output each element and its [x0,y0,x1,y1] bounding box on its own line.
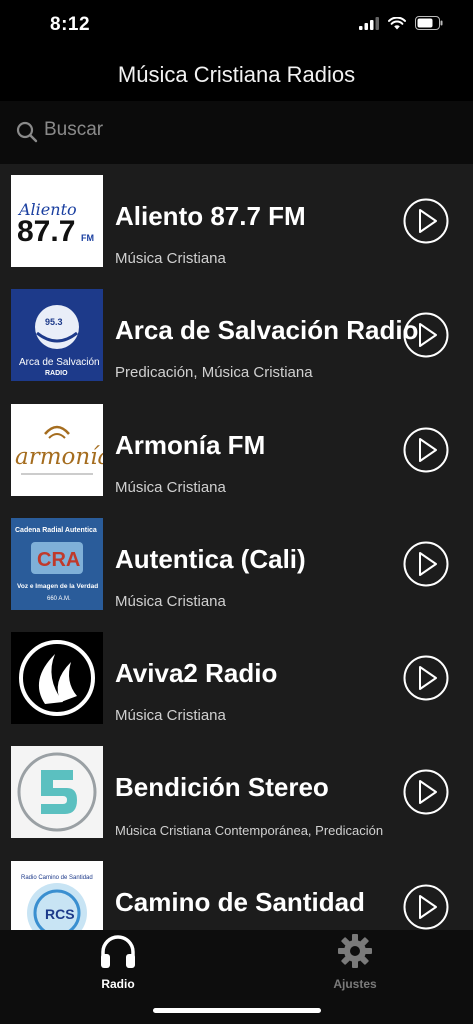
play-button[interactable] [403,884,449,930]
station-genre: Música Cristiana [115,478,226,496]
svg-text:RADIO: RADIO [45,370,68,377]
play-button[interactable] [403,312,449,358]
station-row[interactable]: Bendición Stereo Música Cristiana Contem… [0,735,473,849]
play-button[interactable] [403,541,449,587]
svg-text:Arca de Salvación: Arca de Salvación [19,357,100,368]
station-logo: Radio Camino de Santidad RCS [11,860,103,930]
svg-text:CRA: CRA [37,549,80,571]
svg-text:Voz e Imagen de la Verdad: Voz e Imagen de la Verdad [17,583,98,590]
home-indicator [153,1008,321,1013]
svg-text:87.7: 87.7 [17,215,75,248]
tab-radio[interactable]: Radio [78,932,158,991]
station-genre: Música Cristiana [115,250,226,267]
station-logo: Aliento 87.7 FM [11,175,103,267]
station-genre: Música Cristiana [115,592,226,610]
play-button[interactable] [403,655,449,701]
station-name: Camino de Santidad [115,886,365,917]
station-name: Autentica (Cali) [115,543,306,574]
bendicion-logo-image [17,752,97,832]
cellular-signal-icon [359,16,379,30]
svg-text:RCS: RCS [45,906,75,922]
station-name: Aliento 87.7 FM [115,201,306,231]
station-row[interactable]: Aliento 87.7 FM Aliento 87.7 FM Música C… [0,164,473,278]
wifi-icon [388,16,406,29]
search-input[interactable]: Buscar [44,119,103,141]
station-genre: Música Cristiana Contemporánea, Predicac… [115,823,384,839]
battery-icon [415,16,443,30]
station-genre: Predicación, Música Cristiana [115,364,313,382]
station-name: Armonía FM [115,429,266,460]
svg-text:660 A.M.: 660 A.M. [47,596,71,602]
svg-text:95.3: 95.3 [45,317,63,327]
station-genre: Música Cristiana [115,707,226,725]
navigation-bar: Música Cristiana Radios [0,50,473,100]
station-row[interactable]: Radio Camino de Santidad RCS Camino de S… [0,850,473,930]
status-bar: 8:12 [0,0,473,50]
tab-radio-label: Radio [101,977,135,991]
autentica-logo-image: Cadena Radial Autentica CRA Voz e Imagen… [15,527,98,602]
search-icon [16,121,38,143]
armonia-logo-image: armonía [15,425,103,475]
svg-text:FM: FM [81,233,94,243]
svg-text:Radio Camino de Santidad: Radio Camino de Santidad [21,875,93,881]
svg-text:armonía: armonía [15,444,103,470]
station-name: Arca de Salvación Radio [115,315,419,346]
aliento-logo-image: Aliento 87.7 FM [17,200,94,248]
svg-text:Cadena Radial Autentica: Cadena Radial Autentica [15,527,97,534]
status-time: 8:12 [50,14,91,35]
gear-icon [338,934,372,968]
play-button[interactable] [403,769,449,815]
tab-settings-label: Ajustes [333,977,377,991]
station-list[interactable]: Aliento 87.7 FM Aliento 87.7 FM Música C… [0,164,473,930]
headphones-icon [101,935,135,968]
play-button[interactable] [403,198,449,244]
station-row[interactable]: 95.3 Arca de Salvación RADIO Arca de Sal… [0,278,473,392]
station-row[interactable]: Cadena Radial Autentica CRA Voz e Imagen… [0,507,473,621]
station-logo: Cadena Radial Autentica CRA Voz e Imagen… [11,517,103,610]
station-row[interactable]: armonía Armonía FM Música Cristiana [0,393,473,507]
tab-settings[interactable]: Ajustes [315,932,395,991]
station-name: Bendición Stereo [115,772,329,803]
aviva2-logo-image [19,640,95,717]
station-logo [11,632,103,725]
station-logo: armonía [11,403,103,496]
status-icons [359,16,443,30]
station-logo [11,746,103,839]
arca-logo-image: 95.3 Arca de Salvación RADIO [19,305,100,377]
station-logo: 95.3 Arca de Salvación RADIO [11,289,103,382]
play-button[interactable] [403,427,449,473]
search-bar[interactable]: Buscar [0,101,473,164]
page-title: Música Cristiana Radios [117,62,356,87]
station-name: Aviva2 Radio [115,658,278,689]
camino-logo-image: Radio Camino de Santidad RCS [21,875,93,930]
station-row[interactable]: Aviva2 Radio Música Cristiana [0,621,473,735]
